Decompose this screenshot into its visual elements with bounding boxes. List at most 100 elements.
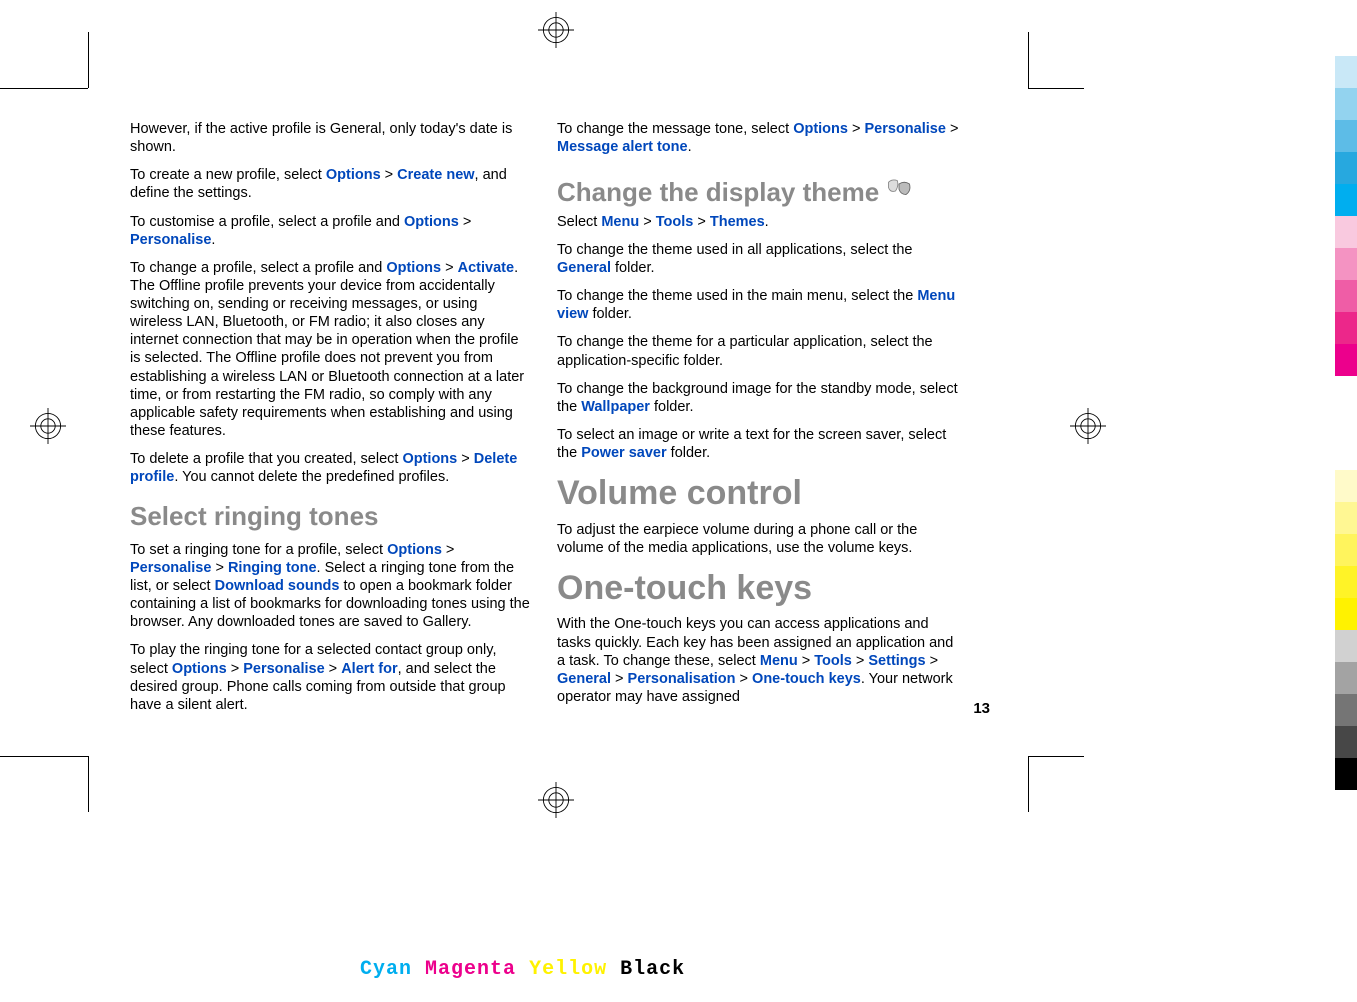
text: To change the theme used in the main men…	[557, 288, 917, 304]
text: . You cannot delete the predefined profi…	[174, 469, 449, 485]
body-text: To set a ringing tone for a profile, sel…	[130, 541, 533, 632]
link-themes: Themes	[710, 214, 765, 230]
link-personalise: Personalise	[130, 560, 211, 576]
label-yellow: Yellow	[529, 958, 607, 981]
text: folder.	[650, 399, 694, 415]
text: . The Offline profile prevents your devi…	[130, 260, 524, 439]
text: >	[848, 121, 865, 137]
text: folder.	[667, 445, 711, 461]
body-text: To adjust the earpiece volume during a p…	[557, 521, 960, 557]
link-one-touch-keys: One-touch keys	[752, 671, 861, 687]
registration-mark-icon	[538, 12, 574, 48]
text: >	[325, 661, 342, 677]
text: >	[639, 214, 656, 230]
text: >	[852, 653, 869, 669]
text: >	[442, 542, 455, 558]
label-cyan: Cyan	[360, 958, 412, 981]
link-personalise: Personalise	[243, 661, 324, 677]
label-magenta: Magenta	[425, 958, 516, 981]
link-menu: Menu	[601, 214, 639, 230]
heading-volume-control: Volume control	[557, 472, 960, 515]
color-separation-labels: Cyan Magenta Yellow Black	[360, 958, 685, 981]
body-text: Select Menu > Tools > Themes.	[557, 213, 960, 231]
page-content: However, if the active profile is Genera…	[130, 120, 960, 724]
link-tools: Tools	[656, 214, 694, 230]
text: .	[688, 139, 692, 155]
body-text: To change a profile, select a profile an…	[130, 259, 533, 440]
crop-mark	[1028, 88, 1084, 89]
text: To change a profile, select a profile an…	[130, 260, 386, 276]
body-text: To change the background image for the s…	[557, 380, 960, 416]
link-general: General	[557, 671, 611, 687]
link-options: Options	[387, 542, 442, 558]
link-message-alert-tone: Message alert tone	[557, 139, 688, 155]
body-text: To change the theme used in all applicat…	[557, 241, 960, 277]
text: .	[211, 232, 215, 248]
link-ringing-tone: Ringing tone	[228, 560, 317, 576]
crop-mark	[1028, 756, 1029, 812]
link-options: Options	[386, 260, 441, 276]
left-column: However, if the active profile is Genera…	[130, 120, 533, 724]
link-tools: Tools	[814, 653, 852, 669]
heading-row: Change the display theme	[557, 166, 960, 213]
body-text: To play the ringing tone for a selected …	[130, 641, 533, 714]
text: .	[765, 214, 769, 230]
color-swatch-bar	[1335, 470, 1357, 790]
body-text: To change the theme used in the main men…	[557, 287, 960, 323]
link-options: Options	[402, 451, 457, 467]
link-create-new: Create new	[397, 167, 474, 183]
text: >	[381, 167, 398, 183]
heading-select-ringing-tones: Select ringing tones	[130, 500, 533, 533]
heading-one-touch-keys: One-touch keys	[557, 567, 960, 610]
text: >	[611, 671, 628, 687]
text: To delete a profile that you created, se…	[130, 451, 402, 467]
link-options: Options	[793, 121, 848, 137]
link-general: General	[557, 260, 611, 276]
text: To customise a profile, select a profile…	[130, 214, 404, 230]
text: To change the message tone, select	[557, 121, 793, 137]
crop-mark	[0, 88, 88, 89]
right-column: To change the message tone, select Optio…	[557, 120, 960, 724]
text: >	[441, 260, 458, 276]
body-text: To create a new profile, select Options …	[130, 166, 533, 202]
crop-mark	[88, 32, 89, 88]
text: folder.	[588, 306, 632, 322]
text: To create a new profile, select	[130, 167, 326, 183]
body-text: However, if the active profile is Genera…	[130, 120, 533, 156]
link-personalise: Personalise	[865, 121, 946, 137]
text: >	[227, 661, 244, 677]
text: >	[926, 653, 939, 669]
text: To set a ringing tone for a profile, sel…	[130, 542, 387, 558]
text: folder.	[611, 260, 655, 276]
text: >	[693, 214, 710, 230]
body-text: To select an image or write a text for t…	[557, 426, 960, 462]
link-alert-for: Alert for	[341, 661, 397, 677]
text: Select	[557, 214, 601, 230]
crop-mark	[1028, 32, 1029, 88]
registration-mark-icon	[538, 782, 574, 818]
label-black: Black	[620, 958, 685, 981]
theme-masks-icon	[885, 177, 913, 203]
page-number: 13	[973, 700, 990, 717]
link-wallpaper: Wallpaper	[581, 399, 650, 415]
crop-mark	[1028, 756, 1084, 757]
body-text: To delete a profile that you created, se…	[130, 450, 533, 486]
text: >	[211, 560, 228, 576]
body-text: To customise a profile, select a profile…	[130, 213, 533, 249]
heading-change-display-theme: Change the display theme	[557, 176, 879, 209]
text: >	[736, 671, 753, 687]
link-download-sounds: Download sounds	[215, 578, 340, 594]
color-swatch-bar	[1335, 56, 1357, 376]
link-activate: Activate	[458, 260, 514, 276]
crop-mark	[88, 756, 89, 812]
text: >	[946, 121, 959, 137]
link-options: Options	[326, 167, 381, 183]
registration-mark-icon	[30, 408, 66, 444]
registration-mark-icon	[1070, 408, 1106, 444]
crop-mark	[0, 756, 88, 757]
body-text: With the One-touch keys you can access a…	[557, 615, 960, 706]
link-personalise: Personalise	[130, 232, 211, 248]
body-text: To change the message tone, select Optio…	[557, 120, 960, 156]
link-power-saver: Power saver	[581, 445, 666, 461]
body-text: To change the theme for a particular app…	[557, 333, 960, 369]
